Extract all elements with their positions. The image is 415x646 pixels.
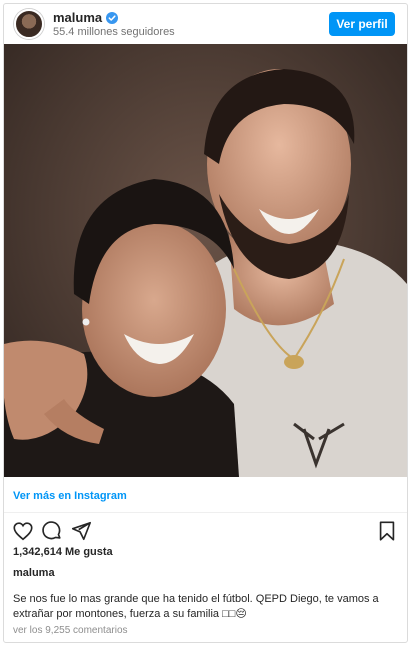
comment-icon[interactable] <box>41 520 63 542</box>
action-bar <box>4 514 407 546</box>
view-comments-link[interactable]: ver los 9,255 comentarios <box>13 625 128 636</box>
follower-count: 55.4 millones seguidores <box>53 26 175 38</box>
caption-text: Se nos fue lo mas grande que ha tenido e… <box>13 593 379 620</box>
view-profile-button[interactable]: Ver perfil <box>329 12 395 36</box>
view-more-link[interactable]: Ver más en Instagram <box>13 490 127 502</box>
post-photo[interactable] <box>4 44 407 477</box>
caption-username[interactable]: maluma <box>13 567 55 579</box>
post-header: maluma 55.4 millones seguidores Ver perf… <box>4 4 407 44</box>
username-row: maluma <box>53 10 119 25</box>
bookmark-icon[interactable] <box>376 520 398 542</box>
heart-icon[interactable] <box>12 520 34 542</box>
share-icon[interactable] <box>70 520 92 542</box>
username[interactable]: maluma <box>53 10 102 25</box>
avatar[interactable] <box>14 9 44 39</box>
post-photo-illustration <box>4 44 407 477</box>
verified-badge-icon <box>106 11 119 24</box>
like-count[interactable]: 1,342,614 Me gusta <box>13 546 113 558</box>
instagram-embed-card: maluma 55.4 millones seguidores Ver perf… <box>3 3 408 643</box>
view-more-row: Ver más en Instagram <box>4 477 407 513</box>
